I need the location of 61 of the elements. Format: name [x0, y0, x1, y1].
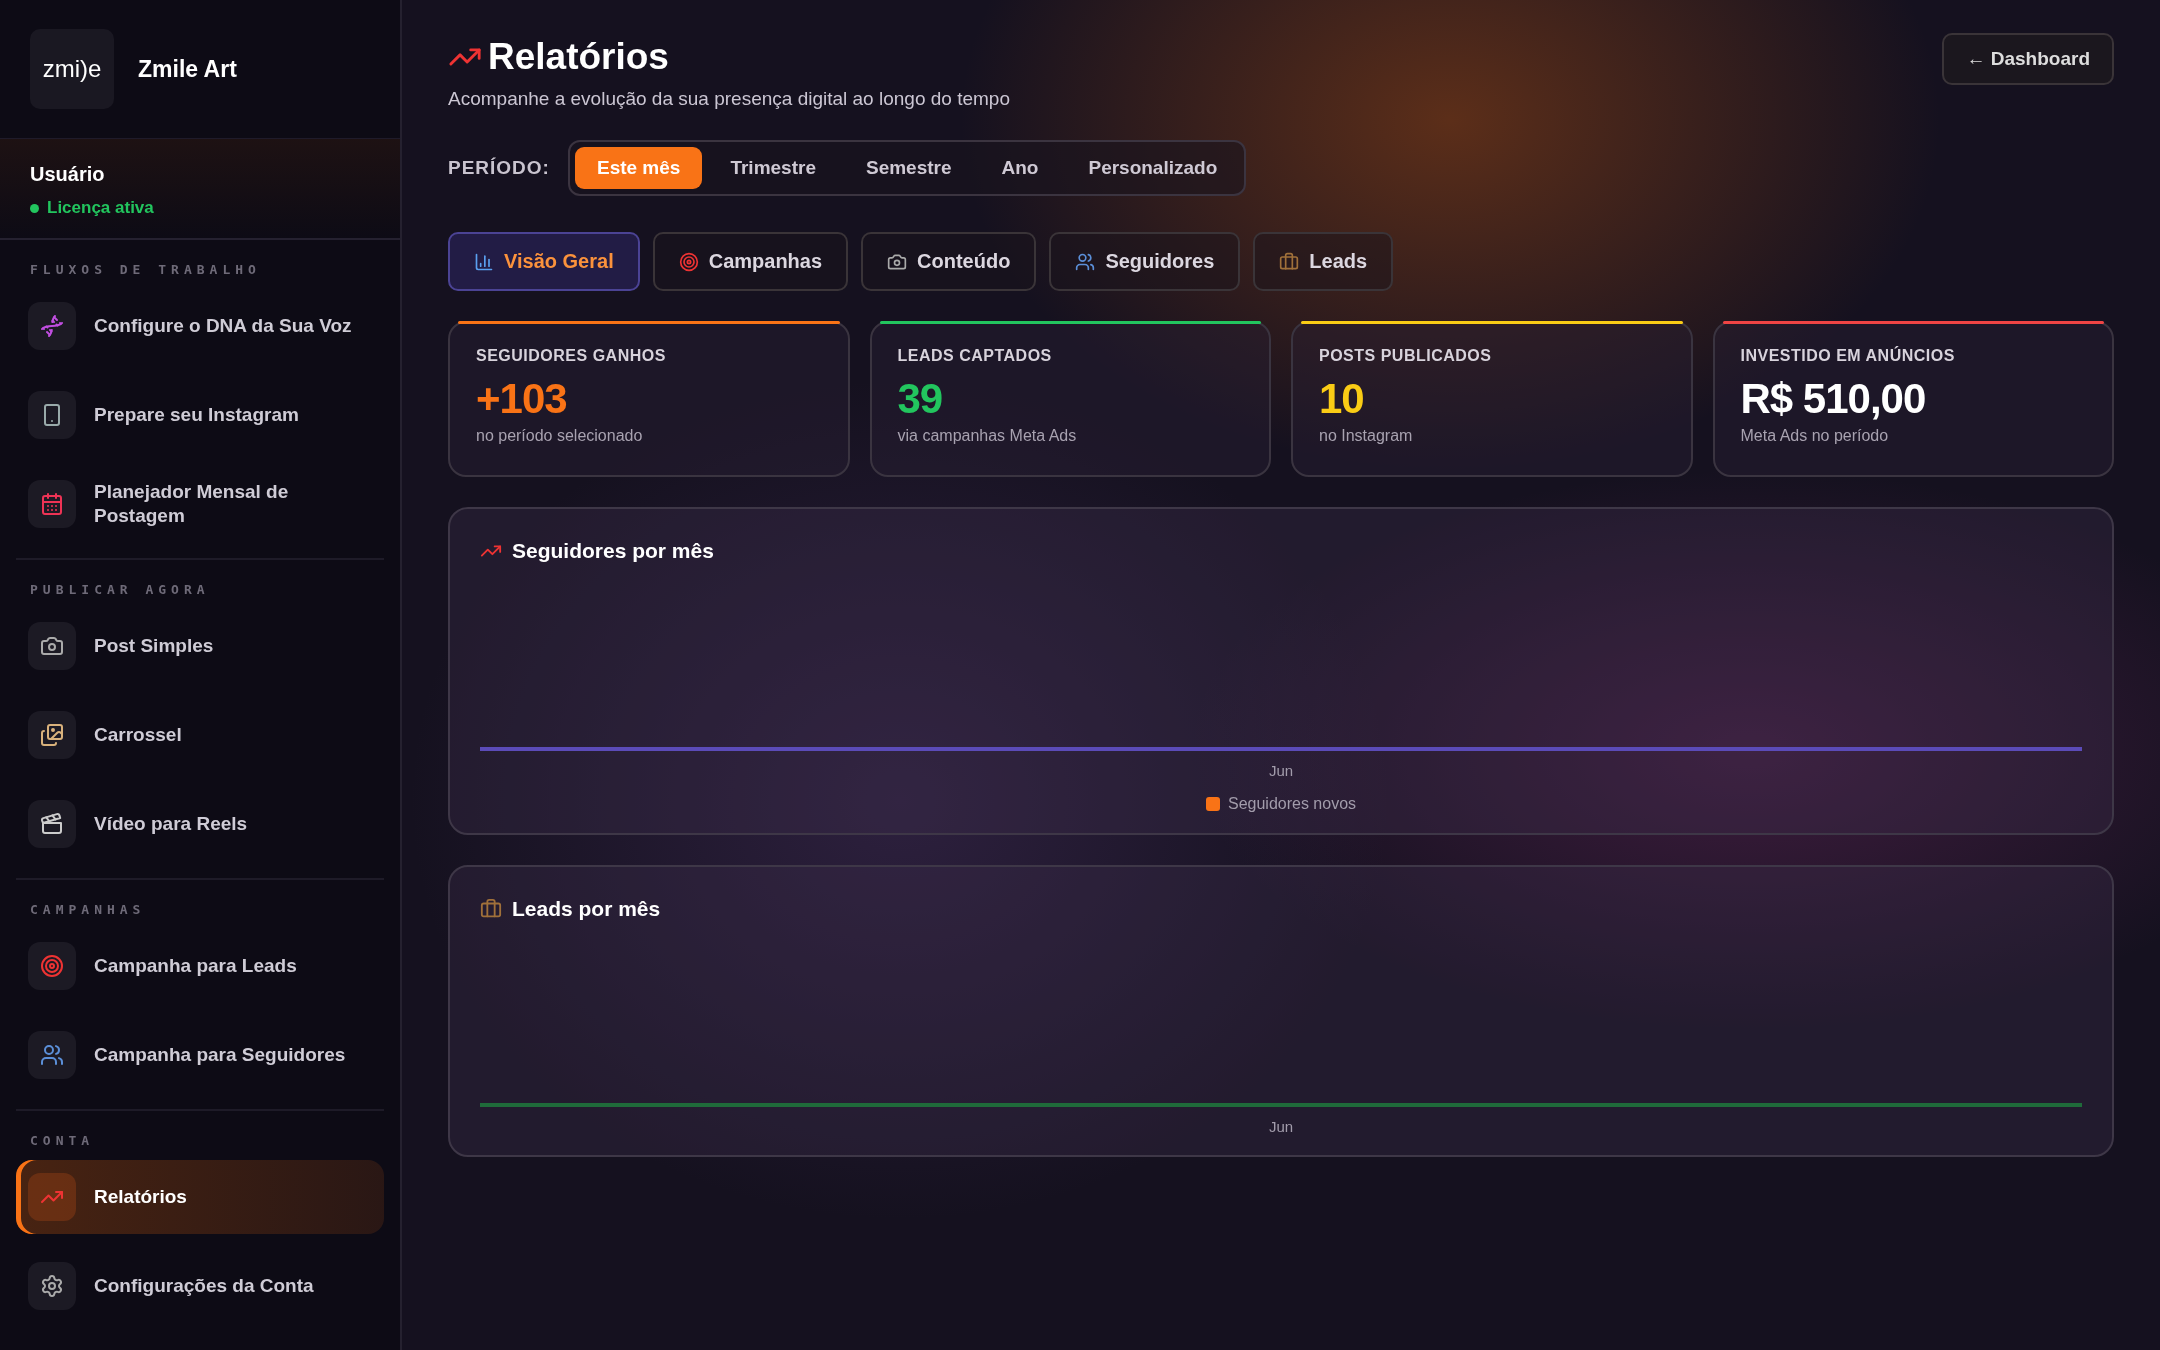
- stat-title: SEGUIDORES GANHOS: [476, 347, 667, 365]
- stat-title: POSTS PUBLICADOS: [1319, 347, 1493, 365]
- section-heading: PUBLICAR AGORA: [29, 581, 211, 599]
- users-icon: [40, 1043, 64, 1067]
- period-option[interactable]: Semestre: [843, 147, 974, 189]
- target-icon: [678, 251, 699, 272]
- chart-title: Seguidores por mês: [512, 539, 714, 563]
- sidebar-item[interactable]: Prepare seu Instagram: [16, 378, 384, 452]
- bar-chart-icon: [474, 251, 494, 272]
- sidebar-item[interactable]: Relatórios: [16, 1160, 384, 1234]
- period-option[interactable]: Ano: [979, 147, 1061, 189]
- section-heading: CAMPANHAS: [29, 901, 147, 919]
- sidebar-item[interactable]: Carrossel: [16, 698, 384, 772]
- stat-caption: Meta Ads no período: [1740, 427, 1890, 445]
- sidebar-item[interactable]: Vídeo para Reels: [16, 787, 384, 861]
- tab[interactable]: Campanhas: [652, 232, 849, 291]
- calendar-icon: [40, 492, 64, 516]
- license-status: Licença ativa: [47, 198, 154, 218]
- axis-label: Jun: [1268, 1118, 1294, 1135]
- logo: zmi)e: [30, 29, 114, 109]
- images-icon: [40, 723, 64, 747]
- axis-label: Jun: [1268, 762, 1294, 779]
- tab[interactable]: Leads: [1253, 232, 1394, 291]
- section-heading: FLUXOS DE TRABALHO: [29, 261, 262, 279]
- clapperboard-icon: [40, 812, 64, 836]
- gear-icon: [40, 1274, 64, 1298]
- brand-name: Zmile Art: [138, 55, 237, 83]
- tab[interactable]: Seguidores: [1049, 232, 1241, 291]
- period-option[interactable]: Trimestre: [708, 147, 838, 189]
- stat-caption: no Instagram: [1319, 427, 1414, 445]
- sidebar-item[interactable]: Post Simples: [16, 609, 384, 683]
- stat-value: 39: [897, 375, 944, 423]
- chart-title: Leads por mês: [512, 897, 661, 921]
- period-option[interactable]: Personalizado: [1066, 147, 1240, 189]
- page-title: Relatórios: [488, 36, 669, 78]
- briefcase-icon: [1279, 251, 1300, 272]
- sidebar-item[interactable]: Planejador Mensal de Postagem: [16, 467, 384, 541]
- sidebar-item[interactable]: Campanha para Seguidores: [16, 1018, 384, 1092]
- stat-title: INVESTIDO EM ANÚNCIOS: [1740, 347, 1956, 365]
- sidebar-item[interactable]: Campanha para Leads: [16, 929, 384, 1003]
- dna-icon: [40, 314, 64, 338]
- back-button[interactable]: ← Dashboard: [1942, 33, 2114, 85]
- legend-label: Seguidores novos: [1227, 795, 1357, 813]
- target-icon: [40, 954, 64, 978]
- users-icon: [1075, 251, 1096, 272]
- briefcase-icon: [480, 898, 502, 920]
- user-name: Usuário: [30, 163, 106, 186]
- stat-caption: no período selecionado: [476, 427, 644, 445]
- stat-value: 10: [1319, 375, 1365, 423]
- page-subtitle: Acompanhe a evolução da sua presença digital ao longo do tempo: [448, 88, 1010, 110]
- stat-value: R$ 510,00: [1740, 375, 1927, 423]
- period-label: PERÍODO:: [448, 157, 550, 179]
- tab[interactable]: Conteúdo: [861, 232, 1037, 291]
- sidebar-item[interactable]: Configurações da Conta: [16, 1249, 384, 1323]
- tab[interactable]: Visão Geral: [448, 232, 640, 291]
- sidebar-item[interactable]: Configure o DNA da Sua Voz: [16, 289, 384, 363]
- camera-icon: [40, 634, 64, 658]
- stat-value: +103: [476, 375, 568, 423]
- stat-title: LEADS CAPTADOS: [897, 347, 1053, 365]
- stat-caption: via campanhas Meta Ads: [897, 427, 1078, 445]
- section-heading: CONTA: [29, 1132, 96, 1150]
